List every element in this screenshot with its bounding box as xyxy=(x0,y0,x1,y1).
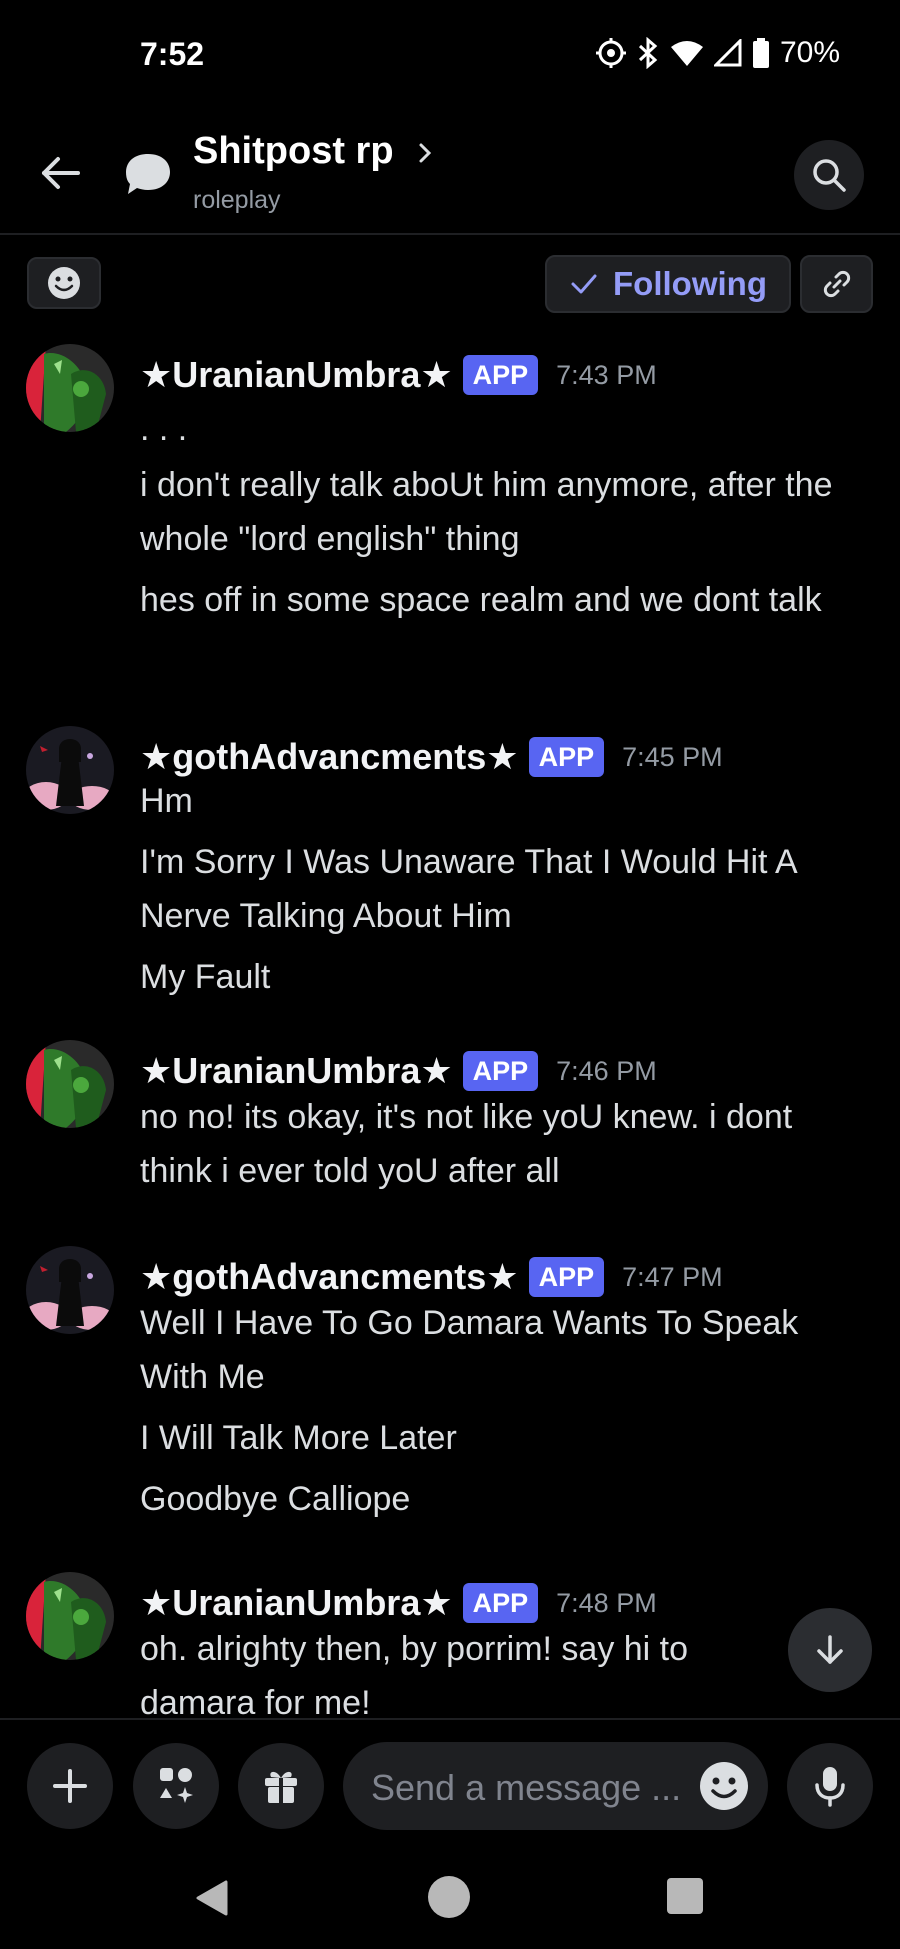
triangle-back-icon xyxy=(196,1880,228,1916)
timestamp: 7:43 PM xyxy=(556,359,657,390)
status-time: 7:52 xyxy=(140,36,205,72)
message-line: I Will Talk More Later xyxy=(140,1419,457,1457)
jump-to-latest-button[interactable] xyxy=(788,1608,872,1692)
gift-icon xyxy=(265,1771,297,1803)
avatar[interactable] xyxy=(26,1040,114,1128)
wifi-icon xyxy=(670,39,704,67)
smiley-icon xyxy=(700,1762,748,1810)
link-icon xyxy=(823,270,850,298)
timestamp: 7:45 PM xyxy=(622,741,723,772)
thread-action-row: Following xyxy=(0,255,900,315)
apps-button[interactable] xyxy=(133,1743,219,1829)
message-header: ★gothAdvancments★ APP 7:45 PM xyxy=(140,736,723,778)
message-line: My Fault xyxy=(140,958,271,996)
message-line: hes off in some space realm and we dont … xyxy=(140,581,822,619)
system-back-button[interactable] xyxy=(192,1878,232,1923)
username[interactable]: ★UranianUmbra★ xyxy=(140,1582,453,1624)
following-label: Following xyxy=(613,265,767,302)
message-content: no no! its okay, it's not like yoU knew.… xyxy=(140,1090,870,1205)
add-attachment-button[interactable] xyxy=(27,1743,113,1829)
emoji-picker-button[interactable] xyxy=(698,1760,750,1812)
username[interactable]: ★UranianUmbra★ xyxy=(140,1050,453,1092)
message-header: ★UranianUmbra★ APP 7:43 PM xyxy=(140,354,657,396)
microphone-icon xyxy=(815,1767,845,1807)
message-content: Well I Have To Go Damara Wants To Speak … xyxy=(140,1296,870,1533)
uranianumbra-avatar-image xyxy=(26,1572,114,1660)
message-header: ★UranianUmbra★ APP 7:48 PM xyxy=(140,1582,657,1624)
smiley-icon xyxy=(48,267,80,299)
thread-icon xyxy=(120,146,176,202)
checkmark-icon xyxy=(571,274,597,294)
message-input[interactable]: Send a message ... xyxy=(343,1742,768,1830)
system-recents-button[interactable] xyxy=(667,1878,703,1914)
message-line: no no! its okay, it's not like yoU knew.… xyxy=(140,1098,793,1190)
avatar[interactable] xyxy=(26,344,114,432)
reaction-button[interactable] xyxy=(27,257,101,309)
uranianumbra-avatar-image xyxy=(26,344,114,432)
app-badge: APP xyxy=(462,1583,539,1623)
username[interactable]: ★UranianUmbra★ xyxy=(140,354,453,396)
message-input-placeholder: Send a message ... xyxy=(371,1767,682,1808)
message-content: oh. alrighty then, by porrim! say hi to … xyxy=(140,1622,780,1718)
gothadvancments-avatar-image xyxy=(26,726,114,814)
back-button[interactable] xyxy=(36,148,86,198)
voice-message-button[interactable] xyxy=(787,1743,873,1829)
channel-header: Shitpost rp roleplay xyxy=(0,110,900,235)
avatar[interactable] xyxy=(26,1572,114,1660)
avatar[interactable] xyxy=(26,726,114,814)
status-bar: 7:52 70% xyxy=(0,0,900,110)
message-line: I'm Sorry I Was Unaware That I Would Hit… xyxy=(140,843,796,935)
message-line: Well I Have To Go Damara Wants To Speak … xyxy=(140,1304,799,1396)
signal-icon xyxy=(713,39,742,67)
channel-title[interactable]: Shitpost rp xyxy=(193,130,394,173)
message-line: Goodbye Calliope xyxy=(140,1480,411,1518)
message-header: ★UranianUmbra★ APP 7:46 PM xyxy=(140,1050,657,1092)
username[interactable]: ★gothAdvancments★ xyxy=(140,736,519,778)
battery-icon xyxy=(752,38,770,68)
apps-icon xyxy=(160,1768,193,1803)
copy-link-button[interactable] xyxy=(800,255,873,313)
message-line: . . . xyxy=(140,410,188,448)
message-content: Hm I'm Sorry I Was Unaware That I Would … xyxy=(140,774,870,1011)
message-line: i don't really talk aboUt him anymore, a… xyxy=(140,466,833,558)
following-button[interactable]: Following xyxy=(545,255,791,313)
channel-subtitle[interactable]: roleplay xyxy=(193,186,281,215)
app-badge: APP xyxy=(462,355,539,395)
app-badge: APP xyxy=(528,737,605,777)
avatar[interactable] xyxy=(26,1246,114,1334)
system-home-button[interactable] xyxy=(428,1876,470,1918)
location-icon xyxy=(595,38,626,68)
message-line: Hm xyxy=(140,782,193,820)
message-list[interactable]: ★UranianUmbra★ APP 7:43 PM . . . i don't… xyxy=(0,318,900,1718)
timestamp: 7:48 PM xyxy=(556,1587,657,1618)
message-header: ★gothAdvancments★ APP 7:47 PM xyxy=(140,1256,723,1298)
gift-button[interactable] xyxy=(238,1743,324,1829)
message-content: . . . i don't really talk aboUt him anym… xyxy=(140,402,870,634)
arrow-down-icon xyxy=(817,1635,843,1664)
back-arrow-icon xyxy=(42,157,80,189)
bluetooth-icon xyxy=(636,37,660,69)
plus-icon xyxy=(53,1769,87,1803)
system-nav-bar xyxy=(0,1848,900,1949)
app-badge: APP xyxy=(462,1051,539,1091)
gothadvancments-avatar-image xyxy=(26,1246,114,1334)
uranianumbra-avatar-image xyxy=(26,1040,114,1128)
status-icons: 70% xyxy=(595,36,840,70)
search-icon xyxy=(813,159,846,192)
chevron-right-icon[interactable] xyxy=(416,136,436,170)
search-button[interactable] xyxy=(794,140,864,210)
timestamp: 7:47 PM xyxy=(622,1261,723,1292)
message-line: oh. alrighty then, by porrim! say hi to … xyxy=(140,1630,689,1718)
username[interactable]: ★gothAdvancments★ xyxy=(140,1256,519,1298)
message-composer: Send a message ... xyxy=(0,1718,900,1848)
timestamp: 7:46 PM xyxy=(556,1055,657,1086)
app-badge: APP xyxy=(528,1257,605,1297)
battery-percent: 70% xyxy=(779,36,840,69)
